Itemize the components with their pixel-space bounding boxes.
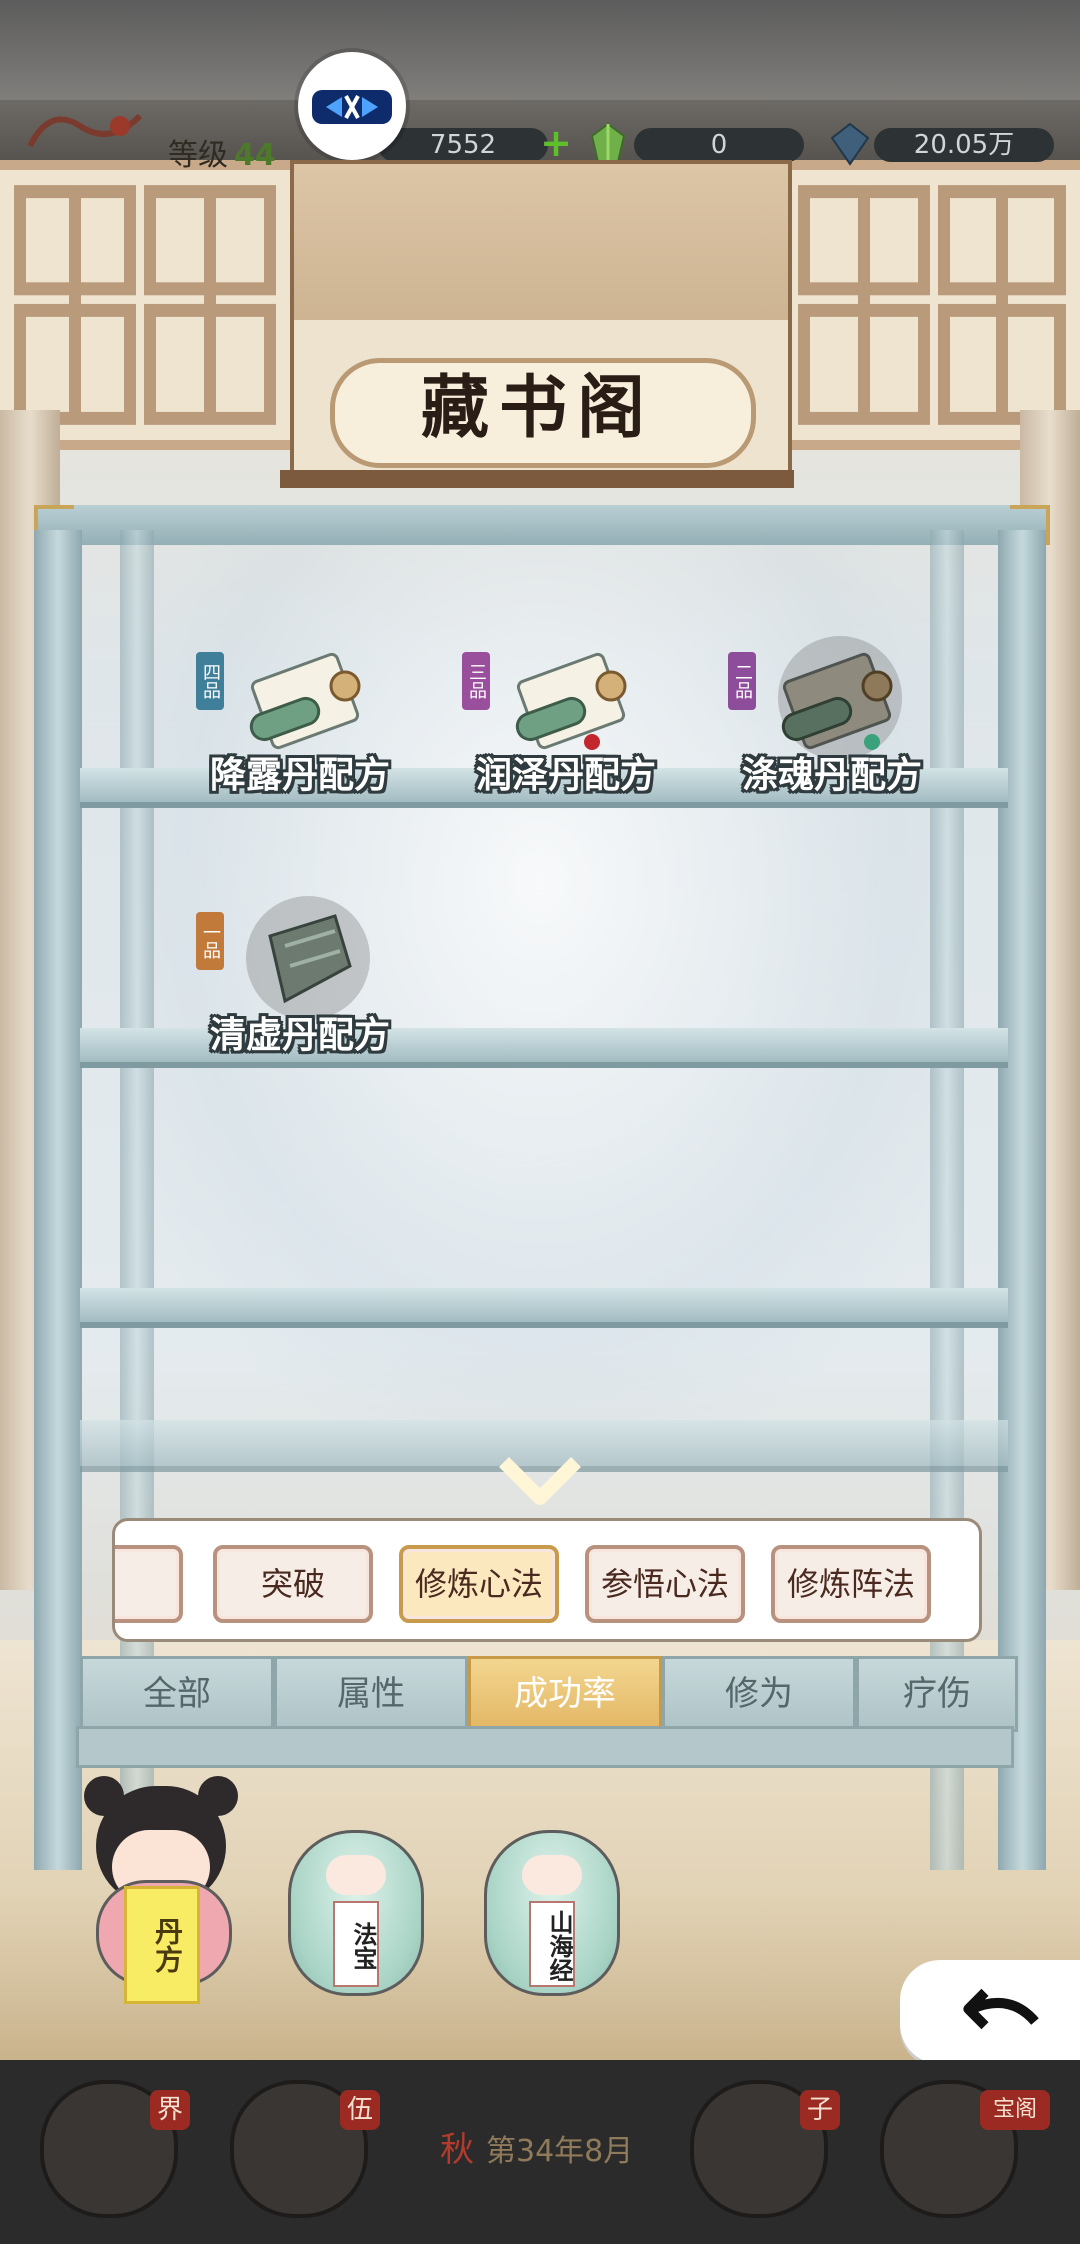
chevron-down-icon[interactable]	[498, 1452, 582, 1508]
date-label: 第34年8月	[486, 2134, 634, 2169]
character-classic[interactable]: 山海经	[484, 1830, 620, 1996]
title-board-top	[290, 160, 792, 328]
character-face	[522, 1855, 582, 1895]
shelf-board-3	[80, 1288, 1008, 1328]
shelf-post-left	[34, 530, 82, 1870]
tab-insight-method[interactable]: 参悟心法	[585, 1545, 745, 1623]
recipe-item[interactable]: 四品 降露丹配方	[180, 646, 420, 806]
hair-bun	[198, 1776, 238, 1816]
level-label: 等级	[168, 138, 228, 173]
crystal-counter: 20.05万	[874, 128, 1054, 162]
lattice-left	[0, 160, 290, 450]
overlay-float-button[interactable]	[298, 52, 406, 160]
grade-badge: 一品	[196, 912, 224, 970]
back-arrow-icon	[963, 1988, 1039, 2030]
grade-badge: 二品	[728, 652, 756, 710]
hair-bun	[84, 1776, 124, 1816]
recipe-scroll-icon	[781, 652, 893, 750]
sort-tab-all[interactable]: 全部	[80, 1656, 274, 1732]
recipe-scroll-icon	[515, 652, 627, 750]
nav-disciple-label: 子	[800, 2090, 840, 2130]
recipe-name: 清虚丹配方	[209, 1015, 390, 1056]
recipe-name: 润泽丹配方	[475, 755, 656, 796]
character-tag: 山海经	[529, 1901, 575, 1987]
nav-treasure-pavilion-label: 宝阁	[980, 2090, 1050, 2130]
add-currency-button[interactable]: +	[538, 124, 574, 162]
dragon-emblem-icon	[27, 113, 143, 148]
sort-tab-healing[interactable]: 疗伤	[856, 1656, 1018, 1732]
lattice-right	[784, 160, 1080, 450]
shelf-top-beam	[34, 505, 1046, 545]
grade-badge: 四品	[196, 652, 224, 710]
nav-realm-label: 界	[150, 2090, 190, 2130]
recipe-name: 涤魂丹配方	[741, 755, 922, 796]
shelf-bottom-board	[76, 1726, 1014, 1768]
game-date: 秋第34年8月	[440, 2122, 633, 2171]
level-display: 等级 44	[168, 130, 276, 174]
back-button[interactable]	[900, 1960, 1080, 2064]
page-title: 藏书阁	[420, 368, 655, 448]
recipe-scroll-icon	[268, 914, 352, 1004]
recipe-item[interactable]: 一品 清虚丹配方	[180, 896, 420, 1066]
recipe-scroll-icon	[249, 652, 361, 750]
play-rewind-icon	[312, 90, 392, 124]
recipe-item[interactable]: 二品 涤魂丹配方	[712, 636, 952, 806]
grade-badge: 三品	[462, 652, 490, 710]
crystal-icon	[830, 122, 870, 166]
level-value: 44	[234, 138, 276, 173]
recipe-item[interactable]: 三品 润泽丹配方	[446, 646, 686, 806]
character-treasure[interactable]: 法宝	[288, 1830, 424, 1996]
tab-hidden-prev[interactable]	[115, 1545, 183, 1623]
tab-formation[interactable]: 修炼阵法	[771, 1545, 931, 1623]
category-tab-bar: 突破 修炼心法 参悟心法 修炼阵法	[112, 1518, 982, 1642]
recipe-card-button[interactable]: 丹方	[124, 1886, 200, 2004]
copper-counter: 7552	[378, 128, 548, 162]
season-label: 秋	[440, 2130, 474, 2170]
tab-breakthrough[interactable]: 突破	[213, 1545, 373, 1623]
spirit-stone-counter: 0	[634, 128, 804, 162]
recipe-name: 降露丹配方	[209, 755, 390, 796]
sort-tab-success-rate[interactable]: 成功率	[468, 1656, 662, 1732]
nav-team-label: 伍	[340, 2090, 380, 2130]
tab-cultivation-method[interactable]: 修炼心法	[399, 1545, 559, 1623]
title-board-base	[280, 470, 794, 488]
sort-tab-attribute[interactable]: 属性	[274, 1656, 468, 1732]
sort-tab-cultivation[interactable]: 修为	[662, 1656, 856, 1732]
character-face	[326, 1855, 386, 1895]
character-tag: 法宝	[333, 1901, 379, 1987]
